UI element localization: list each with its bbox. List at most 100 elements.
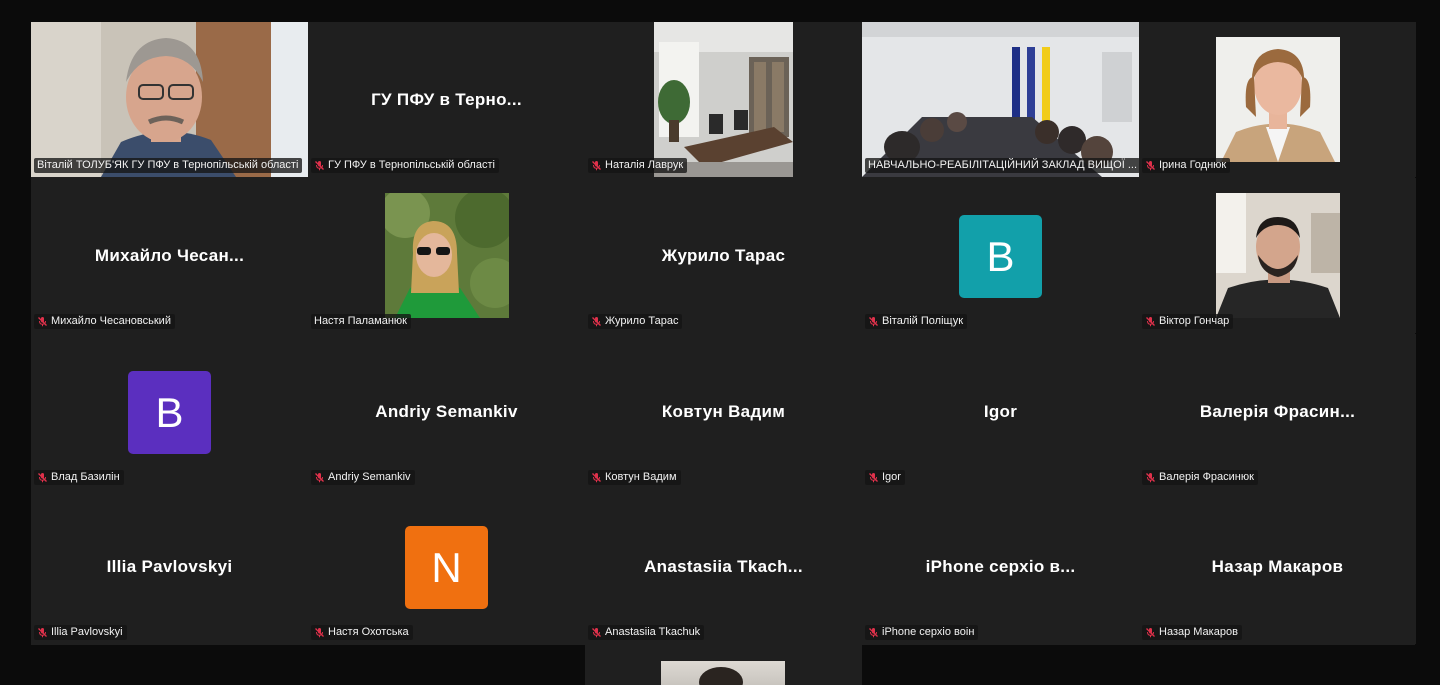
- participant-tile-12[interactable]: Andriy Semankiv Andriy Semankiv: [308, 334, 585, 489]
- participant-video: [1216, 193, 1340, 318]
- muted-microphone-icon: [591, 627, 602, 638]
- participant-name-label: iPhone серхіо воін: [865, 625, 979, 640]
- participant-display-name: Назар Макаров: [1211, 556, 1344, 576]
- participant-name-label: Валерія Фрасинюк: [1142, 470, 1258, 485]
- participant-name: Влад Базилін: [51, 471, 120, 483]
- participant-name-label: Настя Паламанюк: [311, 314, 411, 329]
- participant-tile-17[interactable]: N Настя Охотська: [308, 489, 585, 644]
- participant-name-label: Andriy Semankiv: [311, 470, 415, 485]
- participant-name: Михайло Чесановський: [51, 315, 171, 327]
- participant-name: Anastasiia Tkachuk: [605, 626, 701, 638]
- letter-avatar: N: [405, 526, 488, 609]
- participant-tile-10[interactable]: Віктор Гончар: [1139, 178, 1416, 333]
- participant-name: НАВЧАЛЬНО-РЕАБІЛІТАЦІЙНИЙ ЗАКЛАД ВИЩОЇ .…: [868, 159, 1138, 171]
- participant-tile-partial[interactable]: [585, 645, 862, 685]
- participant-name: Igor: [882, 471, 901, 483]
- participant-tile-9[interactable]: B Віталій Поліщук: [862, 178, 1139, 333]
- participant-name: Назар Макаров: [1159, 626, 1238, 638]
- participant-name: Andriy Semankiv: [328, 471, 411, 483]
- participant-name: Віктор Гончар: [1159, 315, 1230, 327]
- muted-microphone-icon: [1145, 160, 1156, 171]
- participant-tile-14[interactable]: Igor Igor: [862, 334, 1139, 489]
- participant-name-label: Настя Охотська: [311, 625, 413, 640]
- participant-display-name: Михайло Чесан...: [94, 245, 245, 265]
- participant-name-label: НАВЧАЛЬНО-РЕАБІЛІТАЦІЙНИЙ ЗАКЛАД ВИЩОЇ .…: [865, 158, 1139, 173]
- participant-tile-16[interactable]: Illia Pavlovskyi Illia Pavlovskyi: [31, 489, 308, 644]
- participant-name: Illia Pavlovskyi: [51, 626, 123, 638]
- participant-name-label: ГУ ПФУ в Тернопільській області: [311, 158, 499, 173]
- muted-microphone-icon: [868, 627, 879, 638]
- participant-name: iPhone серхіо воін: [882, 626, 975, 638]
- participant-tile-19[interactable]: iPhone серхіо в... iPhone серхіо воін: [862, 489, 1139, 644]
- participant-tile-6[interactable]: Михайло Чесан... Михайло Чесановський: [31, 178, 308, 333]
- participant-video: [661, 661, 785, 685]
- muted-microphone-icon: [868, 316, 879, 327]
- participant-tile-2[interactable]: ГУ ПФУ в Терно... ГУ ПФУ в Тернопільські…: [308, 22, 585, 177]
- participant-name-label: Igor: [865, 470, 905, 485]
- participant-tile-3[interactable]: Наталія Лаврук: [585, 22, 862, 177]
- participant-video: [862, 22, 1139, 177]
- participant-name-label: Віктор Гончар: [1142, 314, 1234, 329]
- letter-avatar: B: [128, 371, 211, 454]
- participant-video: [1216, 37, 1340, 162]
- muted-microphone-icon: [591, 316, 602, 327]
- participant-tile-11[interactable]: B Влад Базилін: [31, 334, 308, 489]
- participant-name: Віталій Поліщук: [882, 315, 964, 327]
- participant-name: Ковтун Вадим: [605, 471, 677, 483]
- participant-tile-7[interactable]: Настя Паламанюк: [308, 178, 585, 333]
- participant-tile-5[interactable]: Ірина Годнюк: [1139, 22, 1416, 177]
- video-gallery: Віталій ТОЛУБ'ЯК ГУ ПФУ в Тернопільській…: [31, 22, 1416, 645]
- participant-name-label: Михайло Чесановський: [34, 314, 175, 329]
- participant-name-label: Anastasiia Tkachuk: [588, 625, 705, 640]
- participant-display-name: ГУ ПФУ в Терно...: [371, 89, 522, 109]
- muted-microphone-icon: [314, 627, 325, 638]
- participant-name-label: Назар Макаров: [1142, 625, 1242, 640]
- participant-tile-1[interactable]: Віталій ТОЛУБ'ЯК ГУ ПФУ в Тернопільській…: [31, 22, 308, 177]
- participant-display-name: Anastasiia Tkach...: [644, 556, 803, 576]
- participant-display-name: Igor: [983, 401, 1018, 421]
- participant-name-label: Ковтун Вадим: [588, 470, 681, 485]
- participant-display-name: Illia Pavlovskyi: [106, 556, 233, 576]
- participant-video: [385, 193, 509, 318]
- participant-name-label: Наталія Лаврук: [588, 158, 688, 173]
- participant-name-label: Журило Тарас: [588, 314, 683, 329]
- muted-microphone-icon: [1145, 627, 1156, 638]
- participant-name: Наталія Лаврук: [605, 159, 684, 171]
- muted-microphone-icon: [37, 316, 48, 327]
- participant-name-label: Ірина Годнюк: [1142, 158, 1231, 173]
- muted-microphone-icon: [1145, 472, 1156, 483]
- participant-video: [31, 22, 308, 177]
- participant-name: Віталій ТОЛУБ'ЯК ГУ ПФУ в Тернопільській…: [37, 159, 299, 171]
- participant-name: Валерія Фрасинюк: [1159, 471, 1254, 483]
- participant-tile-15[interactable]: Валерія Фрасин... Валерія Фрасинюк: [1139, 334, 1416, 489]
- participant-tile-13[interactable]: Ковтун Вадим Ковтун Вадим: [585, 334, 862, 489]
- participant-tile-20[interactable]: Назар Макаров Назар Макаров: [1139, 489, 1416, 644]
- muted-microphone-icon: [591, 472, 602, 483]
- participant-name-label: Illia Pavlovskyi: [34, 625, 127, 640]
- muted-microphone-icon: [314, 472, 325, 483]
- muted-microphone-icon: [37, 472, 48, 483]
- participant-name: Журило Тарас: [605, 315, 679, 327]
- participant-display-name: Журило Тарас: [661, 245, 786, 265]
- participant-name-label: Віталій Поліщук: [865, 314, 968, 329]
- muted-microphone-icon: [314, 160, 325, 171]
- participant-tile-4[interactable]: НАВЧАЛЬНО-РЕАБІЛІТАЦІЙНИЙ ЗАКЛАД ВИЩОЇ .…: [862, 22, 1139, 177]
- participant-display-name: Ковтун Вадим: [661, 401, 786, 421]
- participant-name-label: Влад Базилін: [34, 470, 124, 485]
- letter-avatar: B: [959, 215, 1042, 298]
- participant-display-name: Валерія Фрасин...: [1199, 401, 1356, 421]
- participant-name: ГУ ПФУ в Тернопільській області: [328, 159, 495, 171]
- participant-display-name: iPhone серхіо в...: [925, 556, 1076, 576]
- muted-microphone-icon: [591, 160, 602, 171]
- participant-tile-8[interactable]: Журило Тарас Журило Тарас: [585, 178, 862, 333]
- participant-tile-18[interactable]: Anastasiia Tkach... Anastasiia Tkachuk: [585, 489, 862, 644]
- participant-video: [654, 22, 793, 177]
- muted-microphone-icon: [1145, 316, 1156, 327]
- participant-name: Настя Паламанюк: [314, 315, 407, 327]
- muted-microphone-icon: [37, 627, 48, 638]
- muted-microphone-icon: [868, 472, 879, 483]
- participant-name: Ірина Годнюк: [1159, 159, 1227, 171]
- participant-name: Настя Охотська: [328, 626, 409, 638]
- participant-name-label: Віталій ТОЛУБ'ЯК ГУ ПФУ в Тернопільській…: [34, 158, 303, 173]
- participant-display-name: Andriy Semankiv: [375, 401, 518, 421]
